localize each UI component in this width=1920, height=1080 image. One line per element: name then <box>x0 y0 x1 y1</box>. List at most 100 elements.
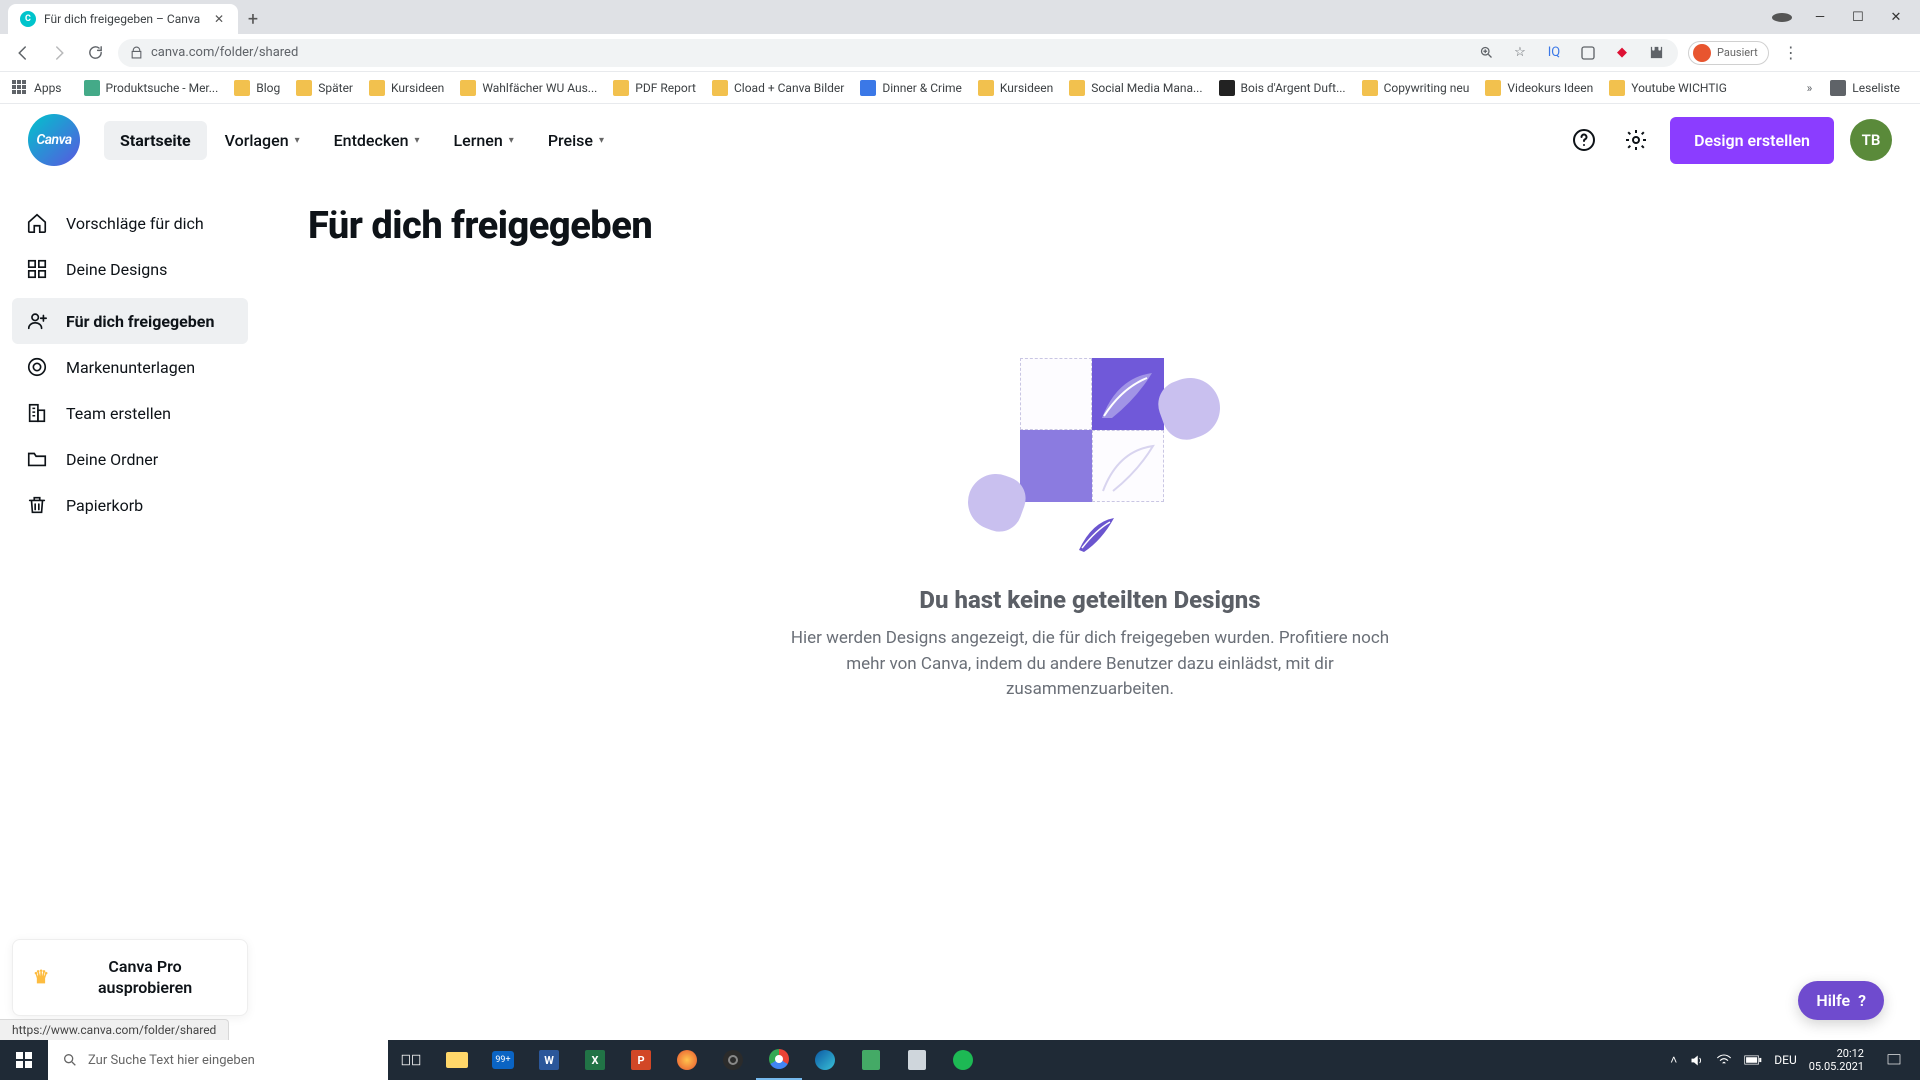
extensions-puzzle-icon[interactable] <box>1646 43 1666 63</box>
close-tab-icon[interactable]: ✕ <box>212 12 226 26</box>
sidebar-item-label: Papierkorb <box>66 496 143 515</box>
building-icon <box>26 402 48 424</box>
excel-icon[interactable]: X <box>572 1040 618 1080</box>
sidebar-item-create-team[interactable]: Team erstellen <box>12 390 248 436</box>
bookmark-item[interactable]: Blog <box>226 76 288 100</box>
bookmark-item[interactable]: Dinner & Crime <box>852 76 970 100</box>
volume-icon[interactable] <box>1689 1053 1704 1068</box>
close-window-button[interactable]: ✕ <box>1886 10 1906 25</box>
word-icon[interactable]: W <box>526 1040 572 1080</box>
address-bar[interactable]: canva.com/folder/shared ☆ IQ ◆ <box>118 39 1678 67</box>
zoom-icon[interactable] <box>1476 43 1496 63</box>
taskbar-clock[interactable]: 20:12 05.05.2021 <box>1809 1047 1864 1073</box>
bookmark-folder-icon <box>978 80 994 96</box>
apps-grid-icon[interactable] <box>12 80 28 96</box>
browser-tab[interactable]: C Für dich freigegeben – Canva ✕ <box>8 4 238 34</box>
try-pro-card[interactable]: ♛ Canva Pro ausprobieren <box>12 939 248 1016</box>
powerpoint-icon[interactable]: P <box>618 1040 664 1080</box>
task-view-icon[interactable] <box>388 1040 434 1080</box>
extension-adblock-icon[interactable]: ◆ <box>1612 43 1632 63</box>
folder-icon <box>26 448 48 470</box>
help-icon-button[interactable] <box>1566 122 1602 158</box>
bookmark-item[interactable]: Später <box>288 76 361 100</box>
spotify-icon[interactable] <box>940 1040 986 1080</box>
bookmark-item[interactable]: PDF Report <box>605 76 704 100</box>
empty-heading: Du hast keine geteilten Designs <box>919 586 1260 614</box>
bookmark-folder-icon <box>296 80 312 96</box>
settings-gear-button[interactable] <box>1618 122 1654 158</box>
chrome-icon[interactable] <box>756 1040 802 1080</box>
search-icon <box>62 1052 78 1068</box>
nav-learn-label: Lernen <box>454 131 503 150</box>
profile-paused-pill[interactable]: Pausiert <box>1688 41 1769 65</box>
page-title: Für dich freigegeben <box>308 204 1872 248</box>
sidebar-item-trash[interactable]: Papierkorb <box>12 482 248 528</box>
account-indicator-icon[interactable] <box>1772 13 1792 22</box>
grid-icon <box>26 258 48 280</box>
obs-icon[interactable] <box>710 1040 756 1080</box>
canva-logo[interactable]: Canva <box>28 114 80 166</box>
bookmark-item[interactable]: Copywriting neu <box>1354 76 1478 100</box>
forward-button[interactable] <box>46 40 72 66</box>
bookmark-item[interactable]: Youtube WICHTIG <box>1601 76 1735 100</box>
app-icon-3[interactable] <box>894 1040 940 1080</box>
start-button[interactable] <box>0 1040 48 1080</box>
sidebar-item-shared-with-you[interactable]: Für dich freigegeben <box>12 298 248 344</box>
mail-icon[interactable]: 99+ <box>480 1040 526 1080</box>
file-explorer-icon[interactable] <box>434 1040 480 1080</box>
nav-templates[interactable]: Vorlagen▾ <box>209 121 316 160</box>
extension-translate-icon[interactable] <box>1578 43 1598 63</box>
chrome-menu-icon[interactable]: ⋮ <box>1779 43 1803 62</box>
tray-overflow-icon[interactable]: ˄ <box>1670 1053 1677 1067</box>
notifications-icon[interactable] <box>1876 1040 1912 1080</box>
sidebar-item-brand-kit[interactable]: Markenunterlagen <box>12 344 248 390</box>
maximize-button[interactable]: ☐ <box>1848 10 1868 25</box>
bookmark-star-icon[interactable]: ☆ <box>1510 43 1530 63</box>
bookmarks-overflow-icon[interactable]: » <box>1807 81 1813 95</box>
minimize-button[interactable]: — <box>1810 10 1830 25</box>
bookmark-item[interactable]: Kursideen <box>361 76 452 100</box>
tray-lang[interactable]: DEU <box>1774 1053 1796 1067</box>
taskbar-search[interactable]: Zur Suche Text hier eingeben <box>48 1040 388 1080</box>
bookmark-folder-icon <box>712 80 728 96</box>
sidebar-item-label: Deine Designs <box>66 260 167 279</box>
edge-icon[interactable] <box>802 1040 848 1080</box>
app-icon-2[interactable] <box>848 1040 894 1080</box>
bookmarks-bar: Apps Produktsuche - Mer...BlogSpäterKurs… <box>0 72 1920 104</box>
bookmark-item[interactable]: Kursideen <box>970 76 1061 100</box>
sidebar-item-suggestions[interactable]: Vorschläge für dich <box>12 200 248 246</box>
bookmark-item[interactable]: Social Media Mana... <box>1061 76 1210 100</box>
bookmark-item[interactable]: Produktsuche - Mer... <box>76 76 227 100</box>
reload-button[interactable] <box>82 40 108 66</box>
help-fab-label: Hilfe <box>1816 991 1850 1010</box>
sidebar-item-your-folders[interactable]: Deine Ordner <box>12 436 248 482</box>
reading-list-button[interactable]: Leseliste <box>1822 76 1908 100</box>
people-plus-icon <box>26 310 48 332</box>
wifi-icon[interactable] <box>1716 1053 1732 1067</box>
user-avatar[interactable]: TB <box>1850 119 1892 161</box>
nav-learn[interactable]: Lernen▾ <box>438 121 530 160</box>
extension-io-icon[interactable]: IQ <box>1544 43 1564 63</box>
sidebar-item-your-designs[interactable]: Deine Designs <box>12 246 248 292</box>
canva-app: Canva Startseite Vorlagen▾ Entdecken▾ Le… <box>0 104 1920 1040</box>
bookmark-label: Wahlfächer WU Aus... <box>482 81 597 95</box>
home-icon <box>26 212 48 234</box>
bookmark-item[interactable]: Videokurs Ideen <box>1477 76 1601 100</box>
app-icon[interactable] <box>664 1040 710 1080</box>
bookmark-folder-icon <box>860 80 876 96</box>
nav-discover[interactable]: Entdecken▾ <box>318 121 436 160</box>
bookmark-folder-icon <box>1069 80 1085 96</box>
apps-label[interactable]: Apps <box>34 81 62 95</box>
create-design-button[interactable]: Design erstellen <box>1670 117 1834 164</box>
nav-pricing-label: Preise <box>548 131 593 150</box>
battery-icon[interactable] <box>1744 1054 1762 1066</box>
help-fab[interactable]: Hilfe ? <box>1798 981 1884 1020</box>
sidebar-item-label: Vorschläge für dich <box>66 214 204 233</box>
bookmark-item[interactable]: Wahlfächer WU Aus... <box>452 76 605 100</box>
new-tab-button[interactable]: + <box>238 4 268 34</box>
nav-pricing[interactable]: Preise▾ <box>532 121 620 160</box>
nav-home[interactable]: Startseite <box>104 121 207 160</box>
bookmark-item[interactable]: Cload + Canva Bilder <box>704 76 852 100</box>
bookmark-item[interactable]: Bois d'Argent Duft... <box>1211 76 1354 100</box>
back-button[interactable] <box>10 40 36 66</box>
